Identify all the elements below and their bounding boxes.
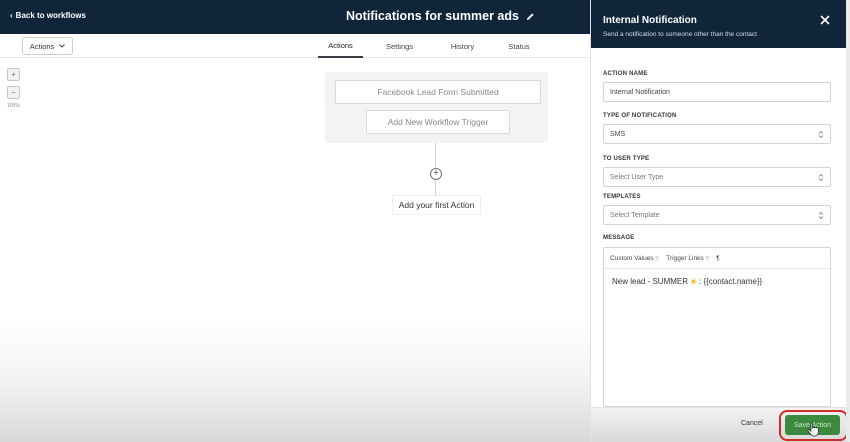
tab-status[interactable]: Status xyxy=(494,34,544,58)
add-trigger-button[interactable]: Add New Workflow Trigger xyxy=(366,110,510,134)
panel-title: Internal Notification xyxy=(603,15,697,26)
updown-chevron-icon xyxy=(818,173,824,181)
notification-type-value: SMS xyxy=(610,130,626,138)
custom-values-menu[interactable]: Custom Values ▽ xyxy=(610,255,659,262)
connector-line xyxy=(435,180,436,195)
cancel-button[interactable]: Cancel xyxy=(741,420,763,427)
workflow-tabs: Actions Settings History Status xyxy=(318,34,544,58)
message-editor[interactable]: Custom Values ▽ Trigger Links ▽ ¶ New le… xyxy=(603,247,831,407)
workflow-title: Notifications for summer ads xyxy=(346,9,535,23)
updown-chevron-icon xyxy=(818,211,824,219)
message-label: MESSAGE xyxy=(603,235,635,241)
chevron-down-icon: ▽ xyxy=(655,255,660,262)
paragraph-icon[interactable]: ¶ xyxy=(716,255,720,262)
panel-subtitle: Send a notification to someone other tha… xyxy=(603,31,757,38)
tab-history[interactable]: History xyxy=(431,34,494,58)
action-name-input[interactable]: Internal Notification xyxy=(603,82,831,102)
window-scrollbar[interactable] xyxy=(846,0,850,442)
message-toolbar: Custom Values ▽ Trigger Links ▽ ¶ xyxy=(604,248,830,269)
notification-type-label: TYPE OF NOTIFICATION xyxy=(603,113,677,119)
message-text[interactable]: New lead - SUMMER : {{contact.name}} xyxy=(612,277,762,286)
templates-select[interactable]: Select Template xyxy=(603,205,831,225)
tab-actions[interactable]: Actions xyxy=(318,34,363,58)
trigger-links-label: Trigger Links xyxy=(666,254,704,262)
user-type-placeholder: Select User Type xyxy=(610,173,664,181)
actions-dropdown[interactable]: Actions xyxy=(22,37,73,55)
action-side-panel: Internal Notification Send a notificatio… xyxy=(590,0,850,442)
templates-placeholder: Select Template xyxy=(610,211,660,219)
user-type-select[interactable]: Select User Type xyxy=(603,167,831,187)
tab-settings[interactable]: Settings xyxy=(368,34,431,58)
chevron-down-icon: ▽ xyxy=(705,255,710,262)
trigger-links-menu[interactable]: Trigger Links ▽ xyxy=(666,255,709,262)
pencil-icon[interactable] xyxy=(526,12,535,21)
message-text-after: : {{contact.name}} xyxy=(699,277,763,286)
panel-header: Internal Notification Send a notificatio… xyxy=(591,0,850,48)
connector-line xyxy=(435,143,436,168)
zoom-in-button[interactable]: + xyxy=(7,68,20,81)
close-icon[interactable] xyxy=(819,14,831,26)
add-step-button[interactable]: + xyxy=(430,168,442,180)
message-text-before: New lead - SUMMER xyxy=(612,277,689,286)
sun-emoji-icon xyxy=(690,278,697,285)
workflow-header: ‹ Back to workflows Notifications for su… xyxy=(0,0,590,34)
chevron-down-icon xyxy=(59,44,66,48)
action-name-value: Internal Notification xyxy=(610,88,670,96)
user-type-label: TO USER TYPE xyxy=(603,156,650,162)
updown-chevron-icon xyxy=(818,130,824,138)
templates-label: TEMPLATES xyxy=(603,194,641,200)
notification-type-select[interactable]: SMS xyxy=(603,124,831,144)
workflow-title-text: Notifications for summer ads xyxy=(346,9,519,23)
trigger-card[interactable]: Facebook Lead Form Submitted xyxy=(335,80,541,104)
chevron-left-icon: ‹ xyxy=(10,11,13,20)
back-link-label: Back to workflows xyxy=(15,11,86,20)
panel-footer: Cancel Save Action xyxy=(591,407,850,442)
hand-cursor-icon xyxy=(807,422,819,437)
custom-values-label: Custom Values xyxy=(610,254,654,262)
add-first-action-button[interactable]: Add your first Action xyxy=(392,195,481,215)
back-to-workflows-link[interactable]: ‹ Back to workflows xyxy=(10,11,86,20)
zoom-level: 100% xyxy=(7,103,20,109)
zoom-out-button[interactable]: − xyxy=(7,86,20,99)
actions-dropdown-label: Actions xyxy=(29,41,55,51)
action-name-label: ACTION NAME xyxy=(603,71,648,77)
